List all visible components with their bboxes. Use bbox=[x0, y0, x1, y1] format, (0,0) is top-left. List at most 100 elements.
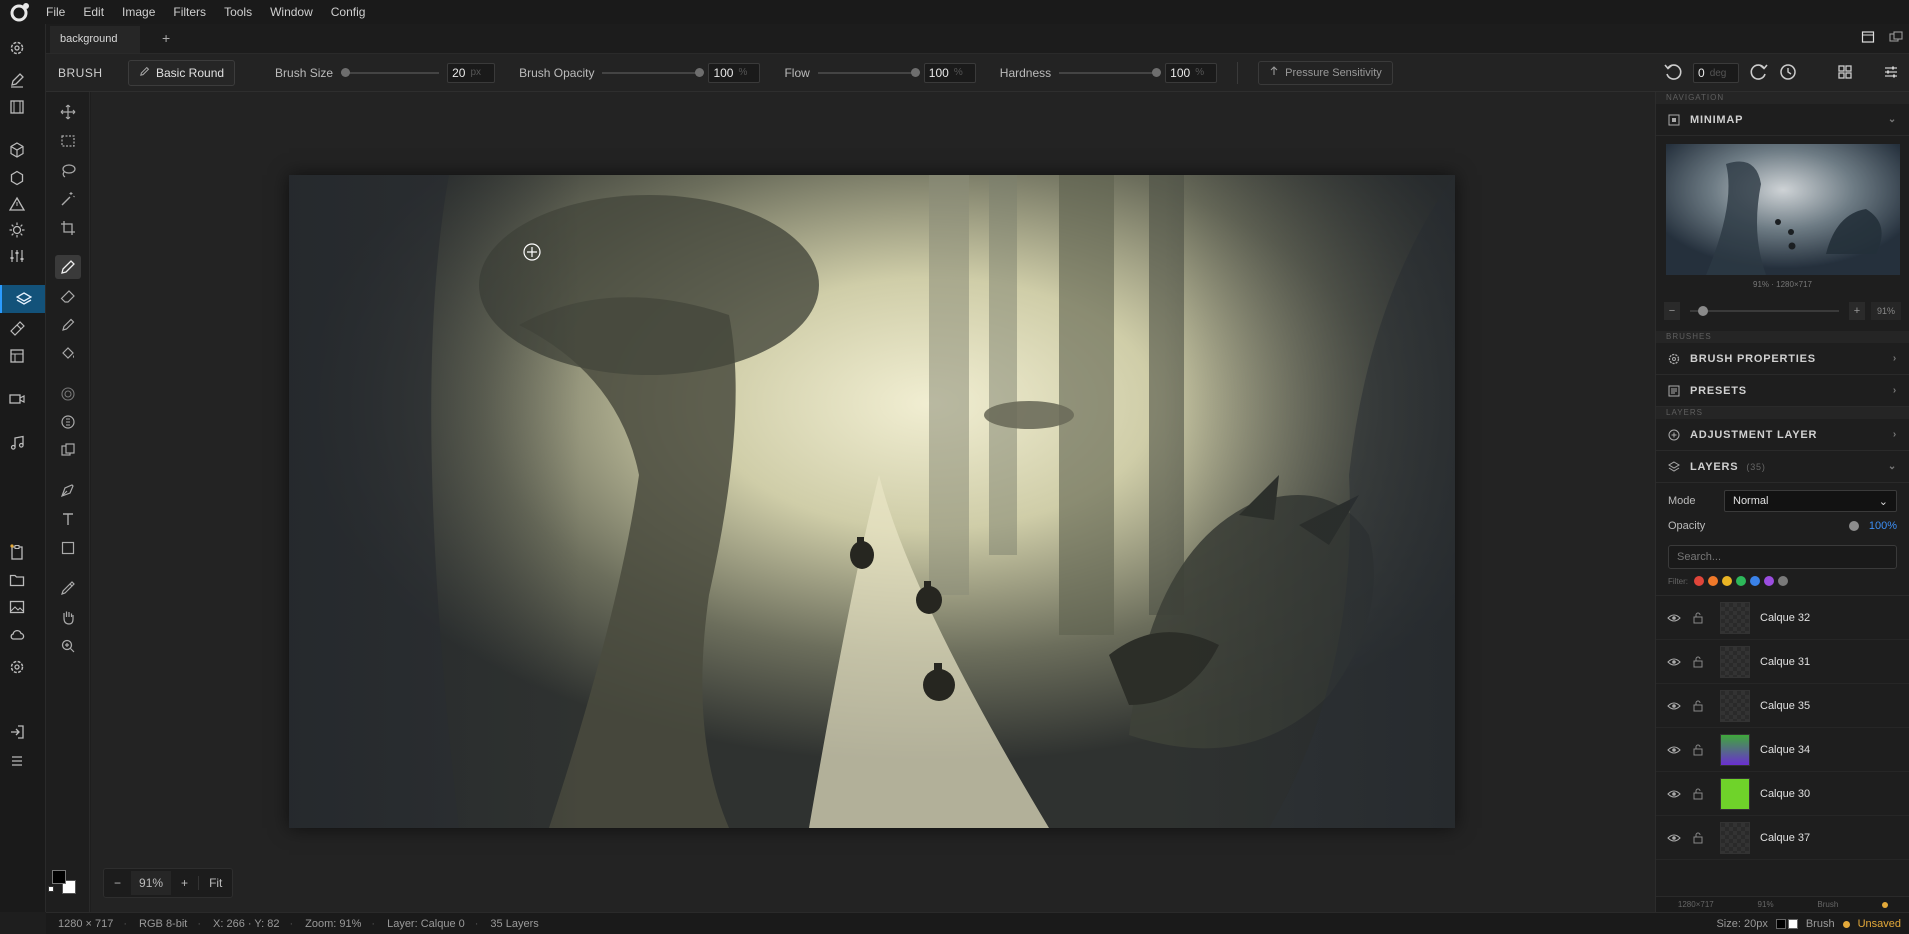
hamburger-menu-icon[interactable] bbox=[0, 747, 34, 775]
layer-row[interactable]: Calque 32 bbox=[1656, 596, 1909, 640]
clipboard-icon[interactable] bbox=[0, 538, 34, 566]
add-tab-button[interactable]: + bbox=[162, 30, 170, 46]
eye-visibility-icon[interactable] bbox=[1666, 833, 1682, 843]
brush-size-slider-knob[interactable] bbox=[341, 67, 351, 77]
app-logo-icon[interactable] bbox=[8, 0, 32, 24]
rotate-right-icon[interactable] bbox=[1749, 62, 1769, 85]
logout-icon[interactable] bbox=[0, 718, 34, 746]
layer-row[interactable]: Calque 37 bbox=[1656, 816, 1909, 860]
clone-stamp-icon[interactable] bbox=[55, 438, 81, 462]
tab-background[interactable]: background bbox=[50, 26, 140, 53]
zoom-in-button[interactable]: + bbox=[171, 876, 198, 890]
layer-opacity-slider-knob[interactable] bbox=[1848, 521, 1859, 531]
minimap-zoom-in-button[interactable]: + bbox=[1849, 302, 1865, 320]
menu-file[interactable]: File bbox=[46, 5, 65, 19]
grid-view-icon[interactable] bbox=[1837, 64, 1853, 83]
flow-slider[interactable] bbox=[817, 67, 920, 77]
zoom-out-button[interactable]: − bbox=[104, 876, 131, 890]
brush-preset-button[interactable]: Basic Round bbox=[128, 59, 236, 86]
menu-image[interactable]: Image bbox=[122, 5, 155, 19]
multi-window-icon[interactable] bbox=[1889, 30, 1903, 47]
minimap-preview[interactable] bbox=[1666, 144, 1900, 275]
eye-visibility-icon[interactable] bbox=[1666, 745, 1682, 755]
lock-icon[interactable] bbox=[1690, 700, 1706, 712]
color-swatches[interactable] bbox=[48, 866, 80, 896]
foreground-color-swatch[interactable] bbox=[52, 870, 66, 884]
menu-config[interactable]: Config bbox=[331, 5, 366, 19]
rotation-input[interactable]: 0 deg bbox=[1693, 63, 1739, 83]
marquee-select-icon[interactable] bbox=[55, 129, 81, 153]
menu-edit[interactable]: Edit bbox=[83, 5, 104, 19]
layer-row[interactable]: Calque 31 bbox=[1656, 640, 1909, 684]
move-tool-icon[interactable] bbox=[55, 100, 81, 124]
layers-header[interactable]: LAYERS (35) ⌄ bbox=[1656, 451, 1909, 483]
lock-icon[interactable] bbox=[1690, 656, 1706, 668]
layer-opacity-value[interactable]: 100% bbox=[1869, 520, 1897, 532]
brush-tool-active-icon[interactable] bbox=[55, 255, 81, 279]
filter-red-dot[interactable] bbox=[1694, 576, 1704, 586]
hardness-input[interactable]: 100% bbox=[1165, 62, 1218, 83]
eye-visibility-icon[interactable] bbox=[1666, 657, 1682, 667]
pen-edit-icon[interactable] bbox=[0, 66, 34, 94]
magic-wand-icon[interactable] bbox=[55, 187, 81, 211]
adjustment-layer-header[interactable]: ADJUSTMENT LAYER › bbox=[1656, 419, 1909, 451]
layer-search-input[interactable]: Search... bbox=[1668, 545, 1897, 569]
sun-icon[interactable] bbox=[0, 216, 34, 244]
zoom-magnifier-icon[interactable] bbox=[55, 634, 81, 658]
film-icon[interactable] bbox=[0, 93, 34, 121]
brush-size-input[interactable]: 20 px bbox=[447, 62, 496, 83]
minimap-zoom-out-button[interactable]: − bbox=[1664, 302, 1680, 320]
hardness-slider[interactable] bbox=[1059, 67, 1162, 77]
warning-triangle-icon[interactable] bbox=[0, 190, 34, 218]
hexagon-icon[interactable] bbox=[0, 164, 34, 192]
sliders-adjust-icon[interactable] bbox=[0, 242, 34, 270]
presets-header[interactable]: PRESETS › bbox=[1656, 375, 1909, 407]
artwork-canvas[interactable] bbox=[289, 175, 1455, 828]
paint-bucket-icon[interactable] bbox=[55, 342, 81, 366]
filter-yellow-dot[interactable] bbox=[1722, 576, 1732, 586]
eye-visibility-icon[interactable] bbox=[1666, 789, 1682, 799]
layer-row[interactable]: Calque 30 bbox=[1656, 772, 1909, 816]
menu-tools[interactable]: Tools bbox=[224, 5, 252, 19]
panel-settings-icon[interactable] bbox=[1883, 64, 1899, 83]
lock-icon[interactable] bbox=[1690, 788, 1706, 800]
preferences-gear-icon[interactable] bbox=[0, 653, 34, 681]
blend-mode-select[interactable]: Normal ⌄ bbox=[1724, 490, 1897, 512]
menu-filters[interactable]: Filters bbox=[173, 5, 206, 19]
brush-opacity-slider-knob[interactable] bbox=[695, 67, 705, 77]
hardness-slider-knob[interactable] bbox=[1152, 67, 1162, 77]
chevron-right-icon[interactable]: › bbox=[1893, 385, 1897, 396]
shape-rectangle-icon[interactable] bbox=[55, 536, 81, 560]
eye-visibility-icon[interactable] bbox=[1666, 701, 1682, 711]
filter-green-dot[interactable] bbox=[1736, 576, 1746, 586]
text-tool-icon[interactable] bbox=[55, 507, 81, 531]
dodge-burn-icon[interactable] bbox=[55, 410, 81, 434]
lock-icon[interactable] bbox=[1690, 612, 1706, 624]
minimap-header[interactable]: MINIMAP ⌄ bbox=[1656, 104, 1909, 136]
chevron-down-icon[interactable]: ⌄ bbox=[1888, 461, 1897, 472]
layer-row[interactable]: Calque 34 bbox=[1656, 728, 1909, 772]
filter-gray-dot[interactable] bbox=[1778, 576, 1788, 586]
filter-orange-dot[interactable] bbox=[1708, 576, 1718, 586]
eraser-tool-icon[interactable] bbox=[55, 284, 81, 308]
chevron-right-icon[interactable]: › bbox=[1893, 353, 1897, 364]
menu-window[interactable]: Window bbox=[270, 5, 313, 19]
pencil-tool-icon[interactable] bbox=[55, 313, 81, 337]
hand-pan-icon[interactable] bbox=[55, 605, 81, 629]
brush-tool-icon[interactable] bbox=[0, 315, 34, 343]
spiral-tool-icon[interactable] bbox=[55, 382, 81, 406]
filter-blue-dot[interactable] bbox=[1750, 576, 1760, 586]
reset-colors-icon[interactable] bbox=[48, 886, 54, 892]
eyedropper-icon[interactable] bbox=[55, 576, 81, 600]
brush-size-slider[interactable] bbox=[341, 67, 440, 77]
lasso-tool-icon[interactable] bbox=[55, 159, 81, 183]
layers-stack-icon[interactable] bbox=[0, 285, 45, 313]
crop-tool-icon[interactable] bbox=[55, 216, 81, 240]
canvas-area[interactable]: − 91% + Fit bbox=[91, 92, 1655, 912]
brush-opacity-input[interactable]: 100% bbox=[708, 62, 761, 83]
pressure-sensitivity-button[interactable]: Pressure Sensitivity bbox=[1258, 60, 1393, 85]
single-window-icon[interactable] bbox=[1861, 30, 1875, 47]
brush-opacity-slider[interactable] bbox=[602, 67, 705, 77]
cloud-icon[interactable] bbox=[0, 621, 34, 649]
cube-icon[interactable] bbox=[0, 136, 34, 164]
